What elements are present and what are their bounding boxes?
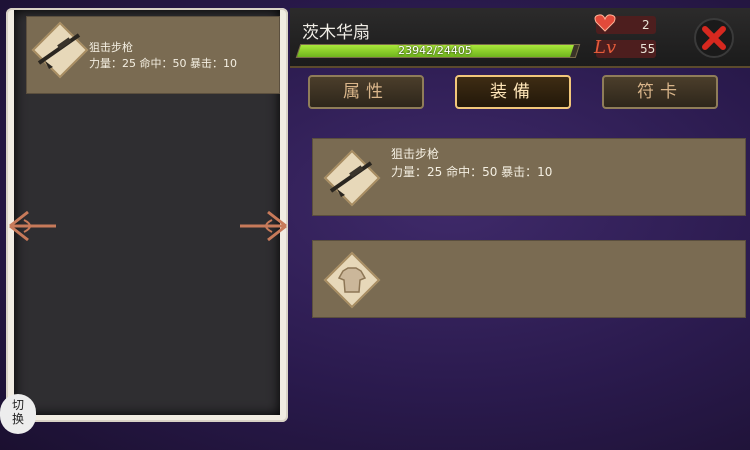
switch-button-label-2: 换 [11,412,24,426]
switch-button[interactable]: 切 换 [0,394,36,434]
equipment-stats: 力量：25 命中：50 暴击：10 [391,165,553,179]
equipment-name: 狙击步枪 [391,147,440,161]
left-arrow-icon[interactable] [6,206,58,246]
rifle-icon [323,149,381,207]
close-icon [702,26,726,50]
level-label: Lv [594,37,617,58]
switch-button-label-1: 切 [11,398,24,412]
list-item-sniper-rifle[interactable]: 狙击步枪 力量：25 命中：50 暴击：10 [26,16,280,94]
tab-spell-cards[interactable]: 符卡 [602,75,718,109]
close-button[interactable] [694,18,734,58]
right-arrow-icon[interactable] [238,206,290,246]
hearts-value: 2 [642,18,650,32]
character-name: 茨木华扇 [302,23,370,43]
character-header: 茨木华扇 23942/24405 2 Lv 55 [290,8,750,68]
rifle-icon [31,21,89,79]
equipment-slot-weapon[interactable]: 狙击步枪 力量：25 命中：50 暴击：10 [312,138,746,216]
list-item-stats: 力量：25 命中：50 暴击：10 [89,57,237,70]
hp-text: 23942/24405 [398,44,472,57]
tab-attributes[interactable]: 属性 [308,75,424,109]
list-item-name: 狙击步枪 [89,41,133,54]
armor-icon [323,251,381,309]
level-value: 55 [640,42,656,56]
equipment-slot-armor[interactable] [312,240,746,318]
heart-icon [594,14,616,32]
tab-equipment[interactable]: 装備 [455,75,571,109]
game-screen: 狙击步枪 力量：25 命中：50 暴击：10 切 换 茨木华扇 23942/24… [0,0,750,450]
